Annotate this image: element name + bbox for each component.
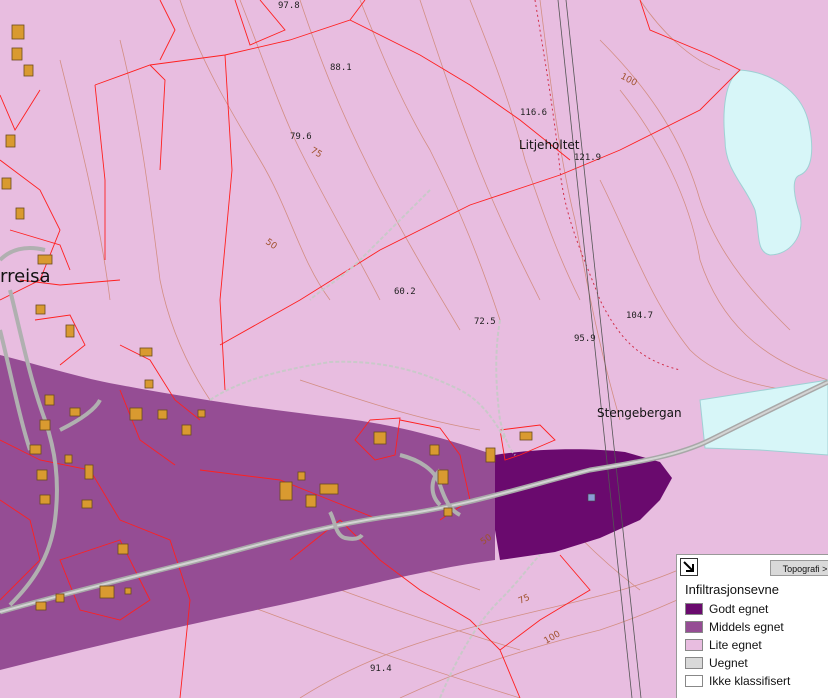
legend-item-lite-egnet: Lite egnet bbox=[685, 637, 762, 653]
legend-item-middels-egnet: Middels egnet bbox=[685, 619, 784, 635]
legend-swatch bbox=[685, 657, 703, 669]
spot-height: 116.6 bbox=[520, 108, 547, 118]
legend-item-godt-egnet: Godt egnet bbox=[685, 601, 768, 617]
spot-height: 97.8 bbox=[278, 1, 300, 11]
legend-swatch bbox=[685, 639, 703, 651]
legend-title: Infiltrasjonsevne bbox=[685, 582, 779, 597]
legend-label: Uegnet bbox=[709, 656, 748, 670]
collapse-arrow-icon[interactable] bbox=[680, 558, 698, 576]
spot-height: 95.9 bbox=[574, 334, 596, 344]
place-name-town: rreisa bbox=[0, 266, 51, 287]
legend-label: Middels egnet bbox=[709, 620, 784, 634]
legend-swatch bbox=[685, 675, 703, 687]
place-name-litjeholtet: Litjeholtet bbox=[519, 138, 580, 152]
spot-height: 121.9 bbox=[574, 153, 601, 163]
legend-item-ikke-klassifisert: Ikke klassifisert bbox=[685, 673, 790, 689]
spot-height: 104.7 bbox=[626, 311, 653, 321]
legend-swatch bbox=[685, 621, 703, 633]
spot-height: 60.2 bbox=[394, 287, 416, 297]
legend-panel: Topografi > Infiltrasjonsevne Godt egnet… bbox=[676, 554, 828, 698]
spot-height: 91.4 bbox=[370, 664, 392, 674]
legend-label: Lite egnet bbox=[709, 638, 762, 652]
building-blue bbox=[587, 493, 596, 502]
place-name-stengebergan: Stengebergan bbox=[597, 406, 682, 420]
spot-height: 72.5 bbox=[474, 317, 496, 327]
tab-topografi[interactable]: Topografi > bbox=[770, 560, 828, 576]
spot-height: 79.6 bbox=[290, 132, 312, 142]
legend-label: Ikke klassifisert bbox=[709, 674, 791, 688]
legend-label: Godt egnet bbox=[709, 602, 769, 616]
spot-height: 88.1 bbox=[330, 63, 352, 73]
legend-swatch bbox=[685, 603, 703, 615]
legend-item-uegnet: Uegnet bbox=[685, 655, 748, 671]
